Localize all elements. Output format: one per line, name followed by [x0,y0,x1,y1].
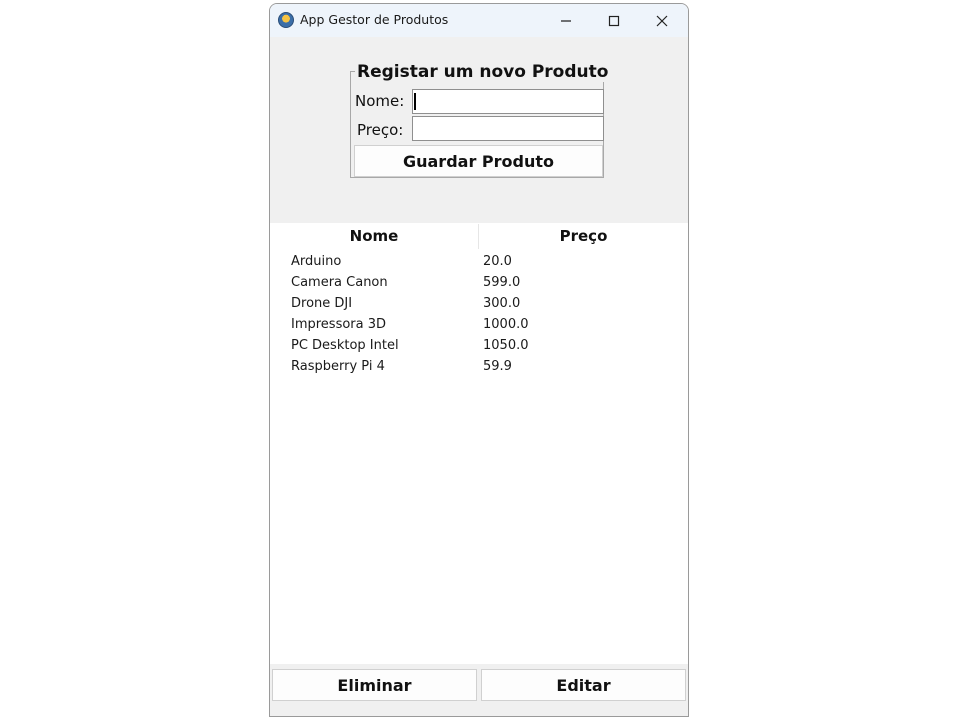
column-header-nome[interactable]: Nome [270,223,478,250]
maximize-button[interactable] [590,4,638,37]
table-row[interactable]: Drone DJI 300.0 [270,294,688,315]
preco-label: Preço: [357,121,404,139]
cell-preco: 59.9 [483,359,512,374]
table-row[interactable]: Camera Canon 599.0 [270,273,688,294]
form-legend: Registar um novo Produto [355,62,611,82]
cell-preco: 1050.0 [483,338,529,353]
preco-input[interactable] [412,116,604,141]
app-window: App Gestor de Produtos Registar um novo … [269,3,689,717]
cell-nome: Arduino [291,254,342,269]
delete-button[interactable]: Eliminar [272,669,477,701]
cell-preco: 20.0 [483,254,512,269]
nome-input[interactable] [412,89,604,114]
text-cursor [414,93,416,110]
table-row[interactable]: Impressora 3D 1000.0 [270,315,688,336]
cell-nome: Camera Canon [291,275,388,290]
close-button[interactable] [638,4,686,37]
products-table[interactable]: Nome Preço Arduino 20.0 Camera Canon 599… [270,223,688,664]
edit-button[interactable]: Editar [481,669,686,701]
window-title: App Gestor de Produtos [300,12,449,27]
title-bar[interactable]: App Gestor de Produtos [270,4,688,37]
nome-label: Nome: [355,92,405,110]
close-icon [656,15,668,26]
minimize-button[interactable] [542,4,590,37]
cell-nome: Raspberry Pi 4 [291,359,385,374]
cell-nome: Impressora 3D [291,317,387,332]
table-row[interactable]: Raspberry Pi 4 59.9 [270,357,688,378]
cell-nome: Drone DJI [291,296,353,311]
table-header: Nome Preço [270,223,688,250]
table-row[interactable]: Arduino 20.0 [270,252,688,273]
maximize-icon [608,15,620,26]
action-bar: Eliminar Editar [270,664,688,716]
minimize-icon [561,19,571,22]
cell-nome: PC Desktop Intel [291,338,399,353]
cell-preco: 1000.0 [483,317,529,332]
cell-preco: 599.0 [483,275,521,290]
table-body: Arduino 20.0 Camera Canon 599.0 Drone DJ… [270,252,688,378]
app-globe-icon [278,12,294,28]
table-row[interactable]: PC Desktop Intel 1050.0 [270,336,688,357]
save-product-button[interactable]: Guardar Produto [354,145,603,177]
cell-preco: 300.0 [483,296,521,311]
column-header-preco[interactable]: Preço [479,223,688,250]
